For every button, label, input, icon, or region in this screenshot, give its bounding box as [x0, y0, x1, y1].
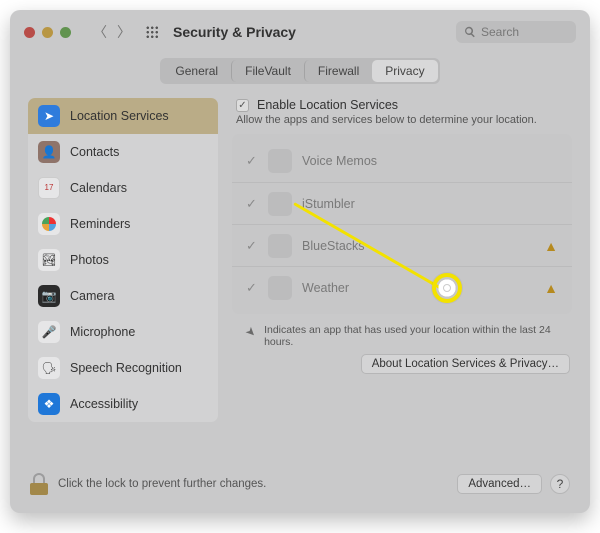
tab-filevault[interactable]: FileVault — [231, 60, 304, 82]
advanced-button[interactable]: Advanced… — [457, 474, 542, 494]
tab-privacy[interactable]: Privacy — [372, 60, 437, 82]
sidebar-item-label: Calendars — [70, 181, 127, 195]
sidebar-item-location-services[interactable]: ➤ Location Services — [28, 98, 218, 134]
calendar-icon: 17 — [38, 177, 60, 199]
tab-general[interactable]: General — [162, 60, 231, 82]
photos-icon: 🏞 — [38, 249, 60, 271]
sidebar-item-label: Speech Recognition — [70, 361, 182, 375]
search-icon — [464, 26, 476, 38]
warning-icon: ▲ — [544, 280, 558, 296]
enable-location-row: Enable Location Services — [232, 98, 572, 112]
app-name: iStumbler — [302, 197, 558, 211]
sidebar-item-speech[interactable]: 🗣 Speech Recognition — [28, 350, 218, 386]
sidebar-item-camera[interactable]: 📷 Camera — [28, 278, 218, 314]
detail-panel: Enable Location Services Allow the apps … — [232, 98, 572, 422]
close-icon[interactable] — [24, 27, 35, 38]
zoom-icon[interactable] — [60, 27, 71, 38]
back-button[interactable]: 〈 — [93, 22, 107, 42]
bluestacks-icon — [268, 234, 292, 258]
minimize-icon[interactable] — [42, 27, 53, 38]
warning-icon: ▲ — [544, 238, 558, 254]
nav-arrows: 〈 〉 — [93, 22, 131, 42]
app-checkbox[interactable]: ✓ — [246, 196, 258, 212]
reminders-icon — [38, 213, 60, 235]
app-checkbox[interactable]: ✓ — [246, 280, 258, 296]
tabs: General FileVault Firewall Privacy — [160, 58, 439, 84]
sidebar-item-label: Microphone — [70, 325, 135, 339]
sidebar-item-reminders[interactable]: Reminders — [28, 206, 218, 242]
sidebar-item-photos[interactable]: 🏞 Photos — [28, 242, 218, 278]
app-row-voice-memos: ✓ Voice Memos — [232, 140, 572, 182]
app-name: Weather — [302, 281, 534, 295]
microphone-icon: 🎤 — [38, 321, 60, 343]
sidebar-item-label: Accessibility — [70, 397, 138, 411]
app-row-weather: ✓ Weather ▲ — [232, 266, 572, 308]
sidebar-item-contacts[interactable]: 👤 Contacts — [28, 134, 218, 170]
tab-firewall[interactable]: Firewall — [304, 60, 372, 82]
about-location-button[interactable]: About Location Services & Privacy… — [361, 354, 570, 374]
speech-icon: 🗣 — [38, 357, 60, 379]
recent-usage-indicator: ➤ Indicates an app that has used your lo… — [232, 324, 572, 354]
istumbler-icon — [268, 192, 292, 216]
app-name: BlueStacks — [302, 239, 534, 253]
accessibility-icon: ❖ — [38, 393, 60, 415]
sidebar-item-calendars[interactable]: 17 Calendars — [28, 170, 218, 206]
camera-icon: 📷 — [38, 285, 60, 307]
show-all-icon[interactable] — [145, 25, 159, 39]
titlebar: 〈 〉 Security & Privacy Search — [10, 10, 590, 54]
search-placeholder: Search — [481, 25, 519, 39]
lock-icon[interactable] — [30, 473, 48, 495]
tab-bar: General FileVault Firewall Privacy — [10, 58, 590, 84]
sidebar-item-label: Contacts — [70, 145, 119, 159]
enable-location-description: Allow the apps and services below to det… — [232, 112, 572, 134]
prefs-window: 〈 〉 Security & Privacy Search General Fi… — [10, 10, 590, 513]
app-checkbox[interactable]: ✓ — [246, 238, 258, 254]
page-title: Security & Privacy — [173, 24, 296, 40]
app-name: Voice Memos — [302, 154, 558, 168]
enable-location-label: Enable Location Services — [257, 98, 398, 112]
indicator-text: Indicates an app that has used your loca… — [264, 324, 562, 348]
about-row: About Location Services & Privacy… — [232, 354, 572, 374]
app-row-istumbler: ✓ iStumbler — [232, 182, 572, 224]
enable-location-checkbox[interactable] — [236, 99, 249, 112]
sidebar-item-label: Camera — [70, 289, 114, 303]
search-field[interactable]: Search — [456, 21, 576, 43]
sidebar-item-label: Reminders — [70, 217, 130, 231]
footer: Click the lock to prevent further change… — [10, 461, 590, 513]
content: ➤ Location Services 👤 Contacts 17 Calend… — [10, 84, 590, 422]
weather-icon — [268, 276, 292, 300]
sidebar: ➤ Location Services 👤 Contacts 17 Calend… — [28, 98, 218, 422]
sidebar-item-accessibility[interactable]: ❖ Accessibility — [28, 386, 218, 422]
voice-memos-icon — [268, 149, 292, 173]
sidebar-item-label: Location Services — [70, 109, 169, 123]
annotation-circle — [432, 273, 462, 303]
traffic-lights — [24, 27, 71, 38]
forward-button[interactable]: 〉 — [117, 22, 131, 42]
app-row-bluestacks: ✓ BlueStacks ▲ — [232, 224, 572, 266]
lock-text: Click the lock to prevent further change… — [58, 478, 266, 490]
arrow-icon: ➤ — [38, 105, 60, 127]
sidebar-item-label: Photos — [70, 253, 109, 267]
help-button[interactable]: ? — [550, 474, 570, 494]
sidebar-item-microphone[interactable]: 🎤 Microphone — [28, 314, 218, 350]
app-checkbox[interactable]: ✓ — [246, 153, 258, 169]
contacts-icon: 👤 — [38, 141, 60, 163]
apps-list: ✓ Voice Memos ✓ iStumbler ✓ BlueStacks ▲… — [232, 134, 572, 314]
location-arrow-icon: ➤ — [243, 323, 260, 340]
